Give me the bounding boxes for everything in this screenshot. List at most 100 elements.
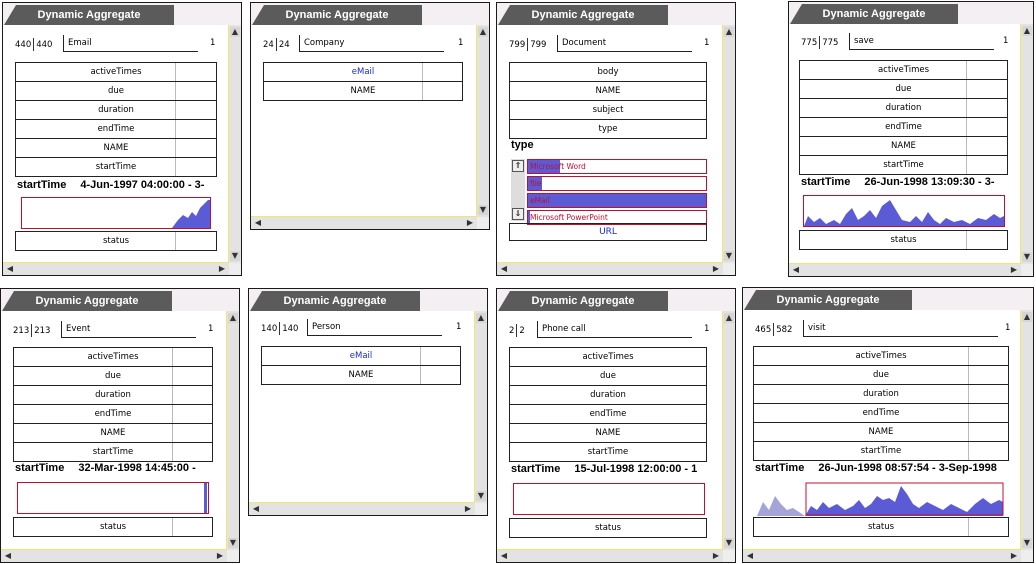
scroll-up-arrow[interactable]: ▲	[230, 27, 240, 37]
resize-corner[interactable]	[475, 503, 487, 515]
scroll-right-arrow[interactable]: ▶	[217, 264, 227, 274]
scroll-down-arrow[interactable]: ▼	[476, 491, 486, 501]
scroll-right-arrow[interactable]: ▶	[465, 218, 475, 228]
scroll-up-arrow[interactable]: ▲	[476, 313, 486, 323]
attr-status[interactable]: status	[799, 230, 1008, 250]
scroll-up-arrow[interactable]: ▲	[724, 27, 734, 37]
attr-due[interactable]: due	[509, 367, 707, 386]
scroll-up-arrow[interactable]: ▲	[724, 313, 734, 323]
scroll-right-arrow[interactable]: ▶	[711, 264, 721, 274]
attr-starttime[interactable]: startTime	[753, 442, 1009, 461]
scroll-left-arrow[interactable]: ◀	[251, 504, 261, 514]
starttime-sparkline[interactable]	[757, 482, 1007, 516]
horizontal-scrollbar[interactable]: ◀ ▶	[743, 549, 1021, 562]
attr-email[interactable]: eMail	[263, 62, 463, 82]
scroll-right-arrow[interactable]: ▶	[463, 504, 473, 514]
vertical-scrollbar[interactable]: ▲ ▼	[722, 311, 735, 550]
resize-corner[interactable]	[477, 217, 489, 229]
aggregate-label-field[interactable]: visit	[803, 320, 998, 337]
attr-name[interactable]: NAME	[15, 139, 217, 158]
vertical-scrollbar[interactable]: ▲ ▼	[1020, 310, 1033, 550]
scroll-up-arrow[interactable]: ▲	[1022, 26, 1032, 36]
attr-duration[interactable]: duration	[13, 386, 213, 405]
scroll-right-arrow[interactable]: ▶	[1009, 265, 1019, 275]
horizontal-scrollbar[interactable]: ◀ ▶	[497, 549, 723, 562]
attr-activetimes[interactable]: activeTimes	[799, 60, 1008, 80]
attr-activetimes[interactable]: activeTimes	[15, 62, 217, 82]
horizontal-scrollbar[interactable]: ◀ ▶	[789, 263, 1021, 276]
aggregate-label-field[interactable]: Document	[557, 35, 692, 52]
aggregate-label-field[interactable]: Company	[299, 35, 444, 52]
type-item-microsoft-word[interactable]: Microsoft Word	[527, 159, 707, 174]
scroll-right-arrow[interactable]: ▶	[711, 551, 721, 561]
attr-status[interactable]: status	[753, 517, 1009, 537]
type-list-scrollbar[interactable]: ⇑ ⇓	[511, 159, 525, 221]
attr-name[interactable]: NAME	[263, 82, 463, 101]
attr-endtime[interactable]: endTime	[15, 120, 217, 139]
attr-activetimes[interactable]: activeTimes	[509, 347, 707, 367]
scroll-left-arrow[interactable]: ◀	[499, 264, 509, 274]
attr-body[interactable]: body	[509, 62, 707, 82]
attr-name[interactable]: NAME	[13, 424, 213, 443]
scroll-down-arrow[interactable]: ▼	[724, 251, 734, 261]
scroll-right-arrow[interactable]: ▶	[1009, 551, 1019, 561]
type-item-email[interactable]: eMail	[527, 193, 707, 208]
attr-status[interactable]: status	[15, 231, 217, 251]
vertical-scrollbar[interactable]: ▲ ▼	[722, 25, 735, 263]
attr-duration[interactable]: duration	[509, 386, 707, 405]
scroll-up-arrow[interactable]: ▲	[478, 27, 488, 37]
attr-duration[interactable]: duration	[799, 99, 1008, 118]
scroll-left-arrow[interactable]: ◀	[253, 218, 263, 228]
attr-name[interactable]: NAME	[753, 423, 1009, 442]
type-scroll-up-arrow[interactable]: ⇑	[512, 160, 524, 172]
resize-corner[interactable]	[227, 550, 239, 562]
type-item-file[interactable]: file	[527, 176, 707, 191]
horizontal-scrollbar[interactable]: ◀ ▶	[1, 549, 227, 562]
attr-name[interactable]: NAME	[509, 424, 707, 443]
vertical-scrollbar[interactable]: ▲ ▼	[1020, 24, 1033, 264]
attr-subject[interactable]: subject	[509, 101, 707, 120]
vertical-scrollbar[interactable]: ▲ ▼	[228, 25, 241, 263]
attr-due[interactable]: due	[15, 82, 217, 101]
attr-endtime[interactable]: endTime	[13, 405, 213, 424]
starttime-sparkline[interactable]	[17, 482, 209, 514]
scroll-left-arrow[interactable]: ◀	[791, 265, 801, 275]
attr-status[interactable]: status	[13, 517, 213, 537]
attr-due[interactable]: due	[13, 367, 213, 386]
attr-url[interactable]: URL	[509, 223, 707, 241]
resize-corner[interactable]	[229, 263, 241, 275]
scroll-up-arrow[interactable]: ▲	[228, 313, 238, 323]
attr-activetimes[interactable]: activeTimes	[753, 346, 1009, 366]
attr-starttime[interactable]: startTime	[799, 156, 1008, 175]
vertical-scrollbar[interactable]: ▲ ▼	[476, 25, 489, 217]
vertical-scrollbar[interactable]: ▲ ▼	[474, 311, 487, 503]
aggregate-label-field[interactable]: save	[849, 33, 994, 50]
vertical-scrollbar[interactable]: ▲ ▼	[226, 311, 239, 550]
attr-due[interactable]: due	[799, 80, 1008, 99]
starttime-sparkline[interactable]	[21, 197, 211, 229]
scroll-down-arrow[interactable]: ▼	[1022, 538, 1032, 548]
attr-duration[interactable]: duration	[753, 385, 1009, 404]
attr-endtime[interactable]: endTime	[509, 405, 707, 424]
attr-type[interactable]: type	[509, 120, 707, 139]
starttime-sparkline[interactable]	[513, 483, 705, 515]
attr-name[interactable]: NAME	[799, 137, 1008, 156]
aggregate-label-field[interactable]: Event	[61, 321, 196, 338]
scroll-down-arrow[interactable]: ▼	[724, 538, 734, 548]
attr-status[interactable]: status	[509, 518, 707, 538]
resize-corner[interactable]	[1021, 264, 1033, 276]
horizontal-scrollbar[interactable]: ◀ ▶	[251, 216, 477, 229]
aggregate-label-field[interactable]: Person	[307, 319, 442, 336]
attr-endtime[interactable]: endTime	[753, 404, 1009, 423]
scroll-down-arrow[interactable]: ▼	[228, 538, 238, 548]
scroll-left-arrow[interactable]: ◀	[3, 551, 13, 561]
resize-corner[interactable]	[723, 550, 735, 562]
attr-name[interactable]: NAME	[509, 82, 707, 101]
horizontal-scrollbar[interactable]: ◀ ▶	[3, 262, 229, 275]
attr-starttime[interactable]: startTime	[13, 443, 213, 462]
scroll-down-arrow[interactable]: ▼	[478, 205, 488, 215]
attr-activetimes[interactable]: activeTimes	[13, 347, 213, 367]
scroll-up-arrow[interactable]: ▲	[1022, 312, 1032, 322]
scroll-left-arrow[interactable]: ◀	[5, 264, 15, 274]
resize-corner[interactable]	[1021, 550, 1033, 562]
